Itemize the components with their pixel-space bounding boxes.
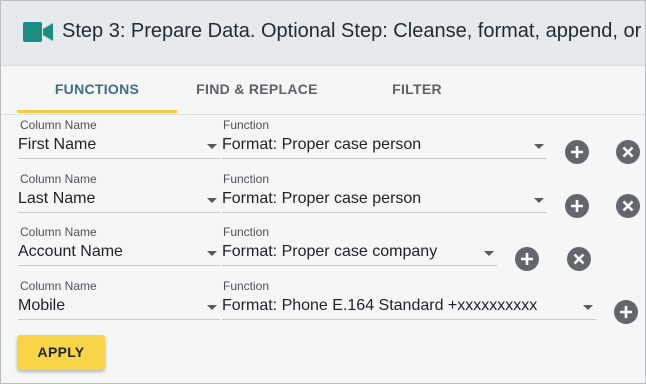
column-name-select[interactable]: Account Name xyxy=(18,239,220,266)
mapping-row: Column Name Mobile Function Format: Phon… xyxy=(1,279,645,333)
chevron-down-icon xyxy=(534,198,544,203)
tab-filter[interactable]: FILTER xyxy=(337,66,497,112)
mapping-row: Column Name First Name Function Format: … xyxy=(1,118,645,172)
column-name-label: Column Name xyxy=(20,225,97,239)
column-name-select[interactable]: Mobile xyxy=(18,293,220,320)
remove-button[interactable] xyxy=(616,194,640,218)
close-icon xyxy=(573,253,585,265)
chevron-down-icon xyxy=(207,305,217,310)
column-name-label: Column Name xyxy=(20,172,97,186)
plus-icon xyxy=(571,146,583,158)
chevron-down-icon xyxy=(484,251,494,256)
add-button[interactable] xyxy=(565,140,589,164)
close-icon xyxy=(622,200,634,212)
page-title: Step 3: Prepare Data. Optional Step: Cle… xyxy=(62,20,646,42)
function-select[interactable]: Format: Proper case person xyxy=(222,186,547,213)
plus-icon xyxy=(571,200,583,212)
apply-button[interactable]: APPLY xyxy=(17,335,105,370)
column-name-value: Account Name xyxy=(18,243,123,260)
add-button[interactable] xyxy=(565,194,589,218)
tab-bar: FUNCTIONS FIND & REPLACE FILTER xyxy=(1,66,645,115)
plus-icon xyxy=(521,253,533,265)
mapping-row: Column Name Account Name Function Format… xyxy=(1,225,645,279)
function-value: Format: Proper case person xyxy=(222,190,422,207)
remove-button[interactable] xyxy=(567,247,591,271)
chevron-down-icon xyxy=(583,305,593,310)
function-label: Function xyxy=(223,225,270,239)
remove-button[interactable] xyxy=(616,140,640,164)
chevron-down-icon xyxy=(207,144,217,149)
tab-find-replace[interactable]: FIND & REPLACE xyxy=(177,66,337,112)
active-tab-indicator xyxy=(17,110,177,113)
column-name-value: Last Name xyxy=(18,190,96,207)
column-name-value: First Name xyxy=(18,136,97,153)
add-button[interactable] xyxy=(614,300,638,324)
column-name-select[interactable]: Last Name xyxy=(18,186,220,213)
function-select[interactable]: Format: Phone E.164 Standard +xxxxxxxxxx xyxy=(222,293,596,320)
mapping-row: Column Name Last Name Function Format: P… xyxy=(1,172,645,226)
column-name-select[interactable]: First Name xyxy=(18,132,220,159)
dialog: Step 3: Prepare Data. Optional Step: Cle… xyxy=(0,0,646,384)
chevron-down-icon xyxy=(207,251,217,256)
function-label: Function xyxy=(223,118,270,132)
add-button[interactable] xyxy=(515,247,539,271)
column-name-label: Column Name xyxy=(20,279,97,293)
function-value: Format: Proper case company xyxy=(222,243,438,260)
video-camera-icon xyxy=(23,22,53,42)
function-value: Format: Phone E.164 Standard +xxxxxxxxxx xyxy=(222,297,538,314)
tab-functions[interactable]: FUNCTIONS xyxy=(17,66,177,112)
close-icon xyxy=(622,146,634,158)
function-label: Function xyxy=(223,172,270,186)
plus-icon xyxy=(620,306,632,318)
function-label: Function xyxy=(223,279,270,293)
chevron-down-icon xyxy=(207,198,217,203)
column-name-label: Column Name xyxy=(20,118,97,132)
header-bar: Step 3: Prepare Data. Optional Step: Cle… xyxy=(1,1,646,66)
column-name-value: Mobile xyxy=(18,297,66,314)
chevron-down-icon xyxy=(534,144,544,149)
function-select[interactable]: Format: Proper case person xyxy=(222,132,547,159)
function-select[interactable]: Format: Proper case company xyxy=(222,239,497,266)
function-value: Format: Proper case person xyxy=(222,136,422,153)
